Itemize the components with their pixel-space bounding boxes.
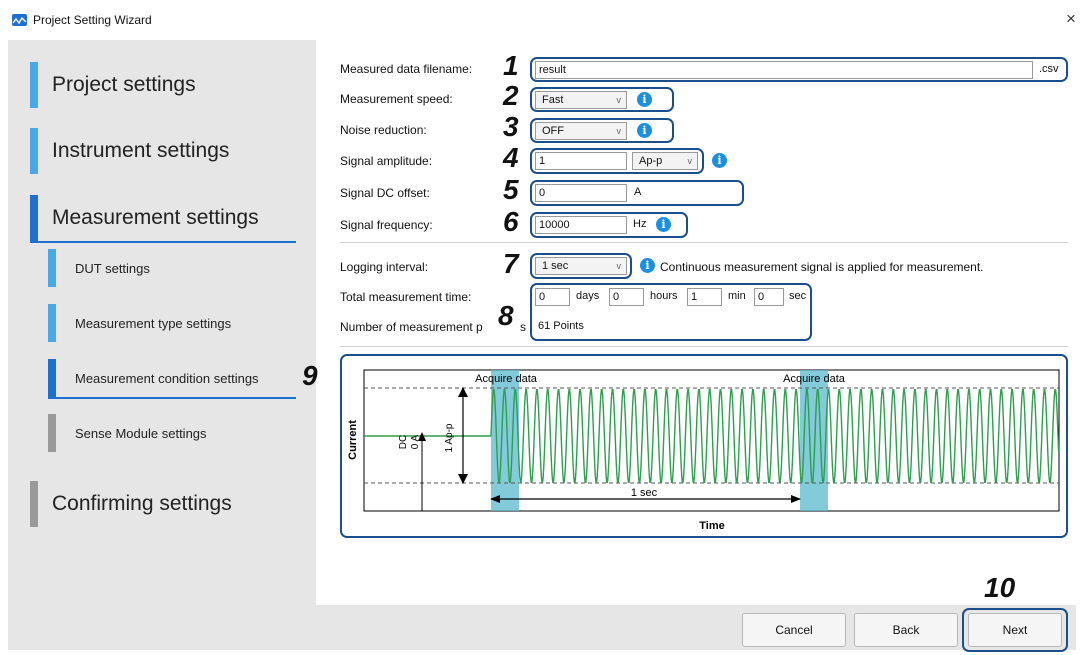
points-label-tail: s — [520, 320, 526, 334]
hours-unit: hours — [650, 290, 678, 302]
step-indicator-bar — [48, 249, 56, 287]
cancel-button[interactable]: Cancel — [742, 613, 846, 647]
step-indicator-bar — [30, 128, 38, 174]
filename-label: Measured data filename: — [340, 62, 473, 76]
signal-dc-offset-label: Signal DC offset: — [340, 186, 430, 200]
sidebar-item-label: Measurement type settings — [75, 316, 232, 331]
amplitude-label: 1 Ap-p — [444, 423, 455, 452]
logging-interval-value: 1 sec — [542, 260, 569, 272]
step-indicator-bar — [48, 359, 56, 397]
active-underline — [30, 241, 296, 243]
sidebar-item-project-settings[interactable]: Project settings — [30, 62, 300, 108]
section-divider — [340, 346, 1068, 347]
filename-extension: .csv — [1039, 63, 1059, 75]
min-unit: min — [728, 290, 746, 302]
callout-1: 1 — [503, 50, 519, 81]
sidebar-item-instrument-settings[interactable]: Instrument settings — [30, 128, 300, 174]
step-indicator-bar — [48, 414, 56, 452]
measurement-speed-select[interactable]: Fast v — [535, 91, 627, 109]
chevron-down-icon: v — [616, 95, 622, 105]
callout-4: 4 — [503, 142, 519, 173]
logging-interval-label: Logging interval: — [340, 260, 429, 274]
points-label: Number of measurement p — [340, 320, 483, 334]
signal-amplitude-label: Signal amplitude: — [340, 154, 433, 168]
section-divider — [340, 242, 1068, 243]
chevron-down-icon: v — [687, 156, 693, 166]
callout-10: 10 — [984, 572, 1016, 603]
sec-input[interactable]: 0 — [754, 288, 784, 306]
total-time-label: Total measurement time: — [340, 290, 472, 304]
days-unit: days — [576, 290, 600, 302]
signal-amplitude-input[interactable]: 1 — [535, 152, 627, 170]
dc-label: DC — [398, 435, 409, 449]
callout-5: 5 — [503, 174, 519, 205]
sidebar-item-label: Measurement settings — [52, 206, 259, 229]
points-value: 61 Points — [538, 320, 584, 332]
frequency-unit: Hz — [633, 218, 647, 230]
chevron-down-icon: v — [616, 126, 622, 136]
title-bar: Project Setting Wizard × — [0, 0, 1084, 40]
callout-2: 2 — [503, 80, 519, 111]
days-input[interactable]: 0 — [535, 288, 570, 306]
info-icon[interactable]: i — [712, 153, 727, 168]
signal-frequency-label: Signal frequency: — [340, 218, 433, 232]
sec-unit: sec — [789, 290, 807, 302]
info-icon[interactable]: i — [640, 258, 655, 273]
acquire-label-1: Acquire data — [475, 373, 538, 385]
callout-9: 9 — [302, 360, 318, 391]
sidebar-item-measurement-settings[interactable]: Measurement settings — [30, 195, 298, 243]
close-icon[interactable]: × — [1066, 10, 1076, 27]
measurement-speed-label: Measurement speed: — [340, 92, 453, 106]
active-underline — [48, 397, 296, 399]
back-button[interactable]: Back — [854, 613, 958, 647]
sidebar-item-label: Instrument settings — [52, 139, 230, 162]
y-axis-label: Current — [347, 420, 359, 460]
dc-offset-unit: A — [634, 186, 642, 198]
logging-note: Continuous measurement signal is applied… — [660, 260, 984, 274]
app-wave-icon — [12, 14, 27, 26]
callout-7: 7 — [503, 248, 519, 279]
sidebar-item-sense-module-settings[interactable]: Sense Module settings — [48, 414, 298, 452]
noise-reduction-value: OFF — [542, 125, 564, 137]
amplitude-unit-select[interactable]: Ap-p v — [632, 152, 698, 170]
logging-interval-select[interactable]: 1 sec v — [535, 257, 627, 275]
x-axis-label: Time — [699, 520, 724, 532]
dc-value-label: 0 A — [410, 434, 421, 449]
sidebar-item-confirming-settings[interactable]: Confirming settings — [30, 481, 300, 527]
noise-reduction-select[interactable]: OFF v — [535, 122, 627, 140]
interval-label: 1 sec — [631, 487, 658, 499]
callout-6: 6 — [503, 206, 519, 237]
step-indicator-bar — [48, 304, 56, 342]
measurement-speed-value: Fast — [542, 94, 564, 106]
hours-input[interactable]: 0 — [609, 288, 644, 306]
step-indicator-bar — [30, 62, 38, 108]
callout-8: 8 — [498, 300, 514, 331]
acquire-label-2: Acquire data — [783, 373, 846, 385]
acquisition-timing-diagram: Acquire data Acquire data Current DC 0 A… — [347, 369, 1060, 532]
signal-frequency-input[interactable]: 10000 — [535, 216, 627, 234]
sidebar-item-label: Measurement condition settings — [75, 371, 259, 386]
next-button[interactable]: Next — [968, 613, 1062, 647]
noise-reduction-label: Noise reduction: — [340, 123, 427, 137]
window-title: Project Setting Wizard — [33, 13, 152, 27]
sidebar-item-label: Project settings — [52, 73, 196, 96]
min-input[interactable]: 1 — [687, 288, 722, 306]
sidebar-item-label: Confirming settings — [52, 492, 232, 515]
sidebar-item-measurement-condition-settings[interactable]: Measurement condition settings — [48, 359, 298, 399]
sidebar-item-dut-settings[interactable]: DUT settings — [48, 249, 298, 287]
callout-3: 3 — [503, 111, 519, 142]
step-indicator-bar — [30, 195, 38, 241]
sidebar-item-label: Sense Module settings — [75, 426, 207, 441]
info-icon[interactable]: i — [637, 123, 652, 138]
info-icon[interactable]: i — [637, 92, 652, 107]
chevron-down-icon: v — [616, 261, 622, 271]
info-icon[interactable]: i — [656, 217, 671, 232]
filename-input[interactable]: result — [535, 61, 1033, 79]
sidebar-item-label: DUT settings — [75, 261, 150, 276]
sidebar-item-measurement-type-settings[interactable]: Measurement type settings — [48, 304, 298, 342]
signal-dc-offset-input[interactable]: 0 — [535, 184, 627, 202]
step-indicator-bar — [30, 481, 38, 527]
amplitude-unit-value: Ap-p — [639, 155, 663, 167]
